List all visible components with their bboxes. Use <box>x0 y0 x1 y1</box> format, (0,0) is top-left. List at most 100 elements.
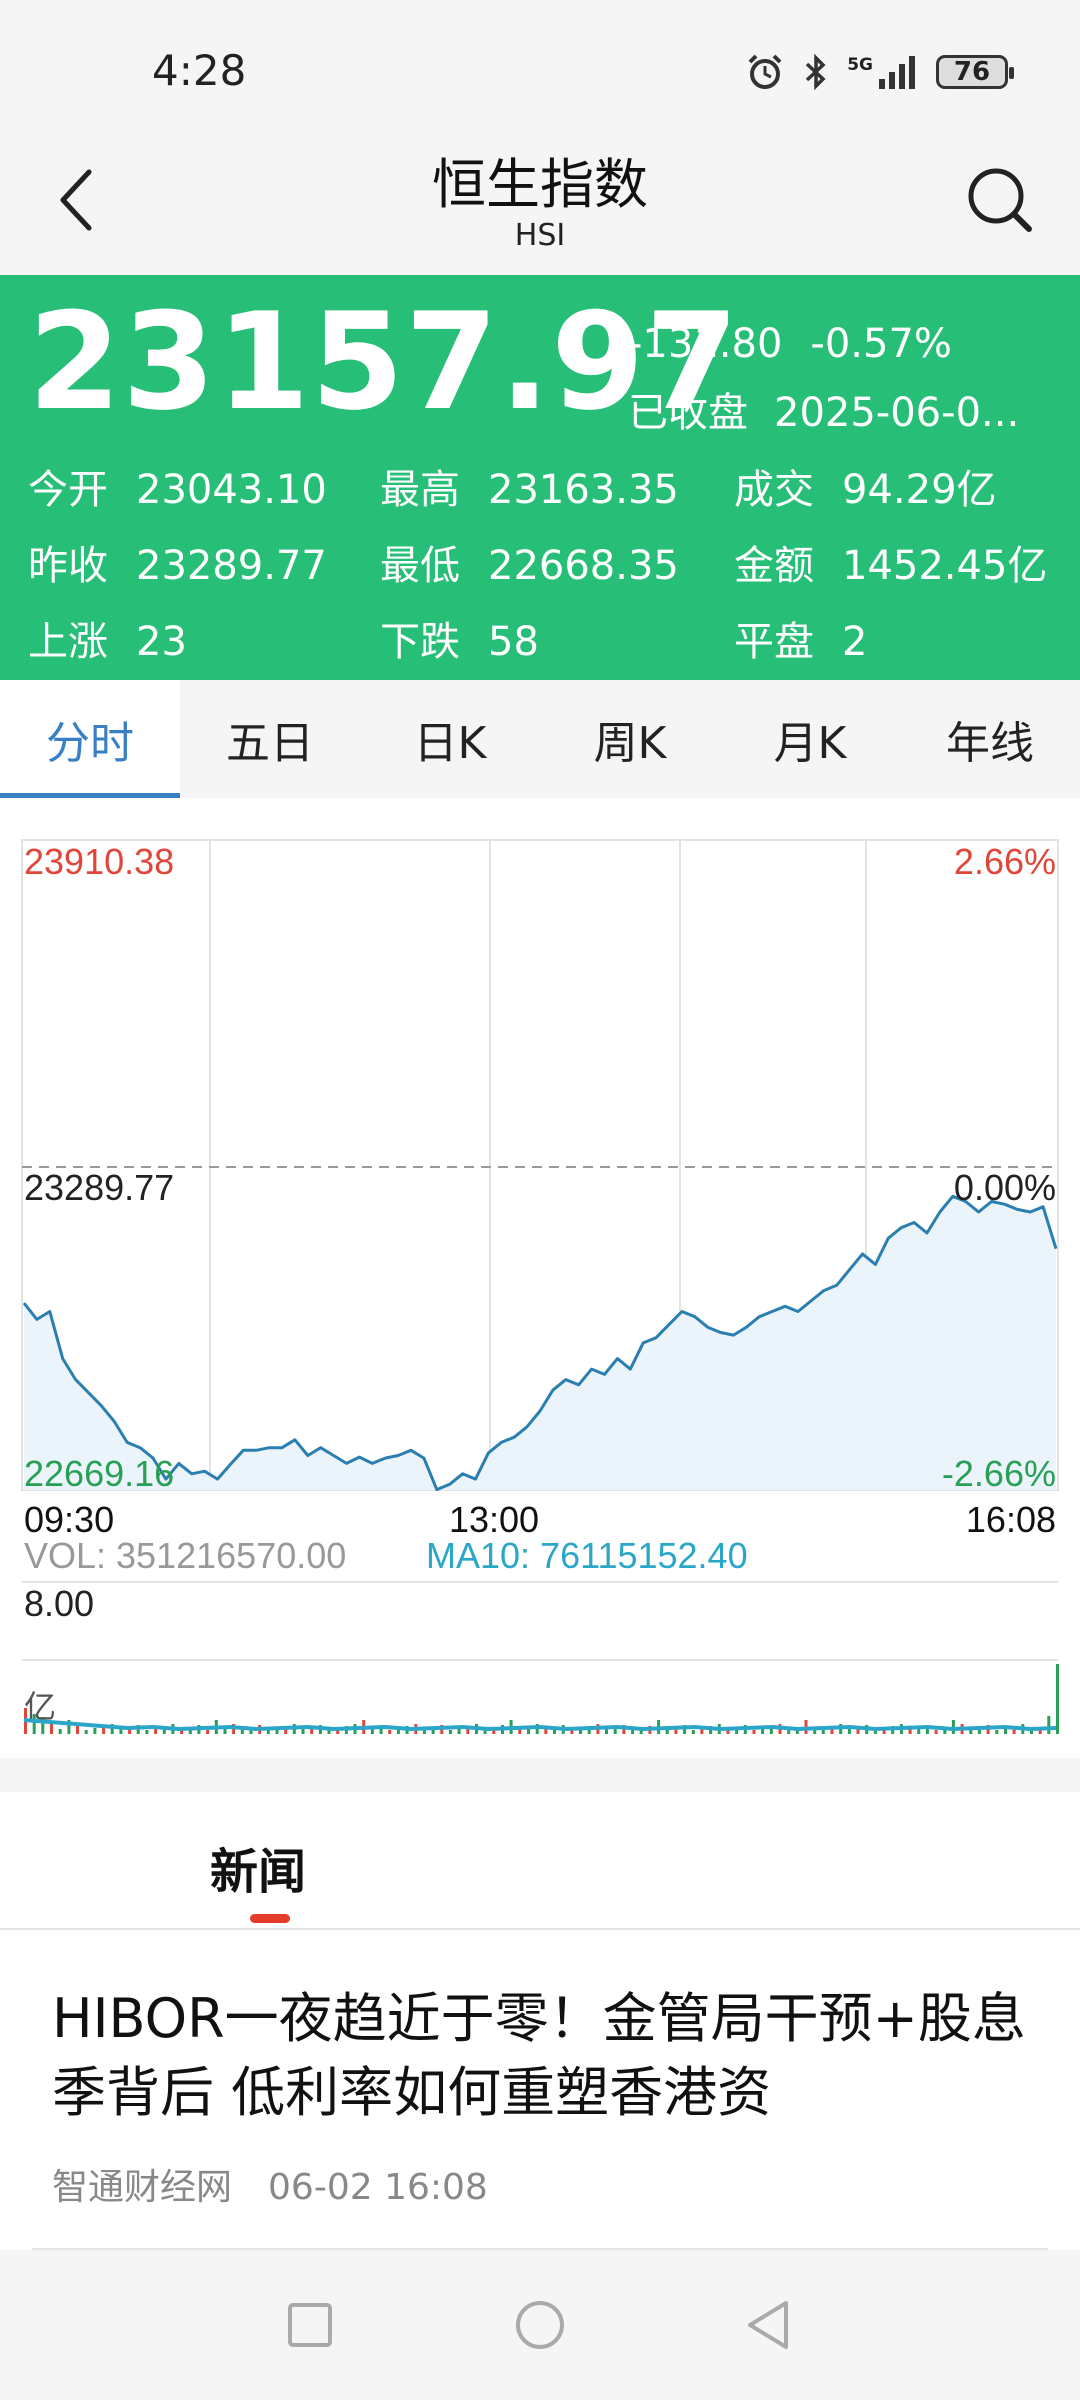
tab-weekly-k[interactable]: 周K <box>540 680 720 798</box>
quote-panel: 23157.97 -131.80 -0.57% 已收盘 2025-06-0... 今… <box>0 275 1080 680</box>
triangle-back-icon <box>748 2301 788 2349</box>
axis-bottom-pct: -2.66% <box>942 1453 1056 1494</box>
stat-value: 23163.35 <box>488 467 679 513</box>
stat-value: 2 <box>842 619 868 665</box>
stat-value: 23043.10 <box>136 467 327 513</box>
volume-bar <box>145 1730 149 1734</box>
time-tick-mid: 13:00 <box>449 1499 539 1540</box>
volume-bar <box>752 1730 756 1734</box>
stat-label: 平盘 <box>734 619 814 665</box>
stat-label: 昨收 <box>28 543 108 589</box>
tab-yearly[interactable]: 年线 <box>900 680 1080 798</box>
volume-bar <box>1047 1716 1051 1734</box>
news-title: HIBOR一夜趋近于零！金管局干预+股息季背后 低利率如何重塑香港资 <box>52 1987 1026 2124</box>
volume-bar <box>448 1730 452 1734</box>
intraday-chart-svg: 23910.38 2.66% 23289.77 0.00% 22669.16 -… <box>21 839 1059 1734</box>
price-change: -131.80 -0.57% <box>628 321 952 367</box>
change-percent: -0.57% <box>810 321 952 367</box>
volume-bar <box>1056 1664 1059 1734</box>
stat-low: 最低 22668.35 <box>380 533 679 591</box>
time-tick-close: 16:08 <box>966 1499 1056 1540</box>
stat-high: 最高 23163.35 <box>380 457 679 515</box>
signal-indicator: 5G <box>847 55 918 89</box>
stat-label: 最高 <box>380 467 460 513</box>
volume-bar <box>266 1730 270 1734</box>
price-area <box>24 1196 1056 1490</box>
stat-advancers: 上涨 23 <box>28 609 187 667</box>
stat-open: 今开 23043.10 <box>28 457 327 515</box>
axis-top-price: 23910.38 <box>24 841 174 882</box>
volume-bar <box>691 1730 695 1734</box>
volume-bar <box>388 1730 392 1734</box>
circle-icon <box>516 2301 564 2349</box>
system-nav-bar <box>0 2250 1080 2400</box>
news-section-header: 新闻 <box>0 1792 1080 1930</box>
signal-icon <box>879 56 915 89</box>
stat-label: 最低 <box>380 543 460 589</box>
stat-value: 23289.77 <box>136 543 327 589</box>
network-type: 5G <box>847 55 873 75</box>
axis-mid-price: 23289.77 <box>24 1167 174 1208</box>
volume-bar <box>813 1730 817 1734</box>
stat-value: 22668.35 <box>488 543 679 589</box>
bluetooth-icon <box>806 53 826 91</box>
volume-bar <box>58 1729 62 1734</box>
volume-bars <box>24 1664 1059 1734</box>
news-item[interactable]: HIBOR一夜趋近于零！金管局干预+股息季背后 低利率如何重塑香港资 智通财经网… <box>0 1930 1080 2250</box>
battery-icon: 76 <box>936 55 1014 89</box>
volume-bar <box>93 1728 97 1734</box>
header: 恒生指数 HSI <box>0 130 1080 275</box>
time-tick-open: 09:30 <box>24 1499 114 1540</box>
axis-bottom-price: 22669.16 <box>24 1453 174 1494</box>
volume-bar <box>631 1730 635 1734</box>
volume-bar <box>995 1730 999 1734</box>
tab-monthly-k[interactable]: 月K <box>720 680 900 798</box>
square-icon <box>288 2303 332 2347</box>
volume-label: VOL: 351216570.00 <box>24 1535 346 1576</box>
stat-volume: 成交 94.29亿 <box>734 457 997 515</box>
page-subtitle: HSI <box>514 218 566 253</box>
volume-bar <box>847 1729 851 1734</box>
home-button[interactable] <box>500 2290 580 2360</box>
volume-bar <box>32 1714 36 1734</box>
stat-unchanged: 平盘 2 <box>734 609 867 667</box>
stat-label: 成交 <box>734 467 814 513</box>
volume-bar <box>934 1730 938 1734</box>
tab-news[interactable]: 新闻 <box>210 1832 306 1902</box>
tab-intraday[interactable]: 分时 <box>0 680 180 798</box>
stat-label: 下跌 <box>380 619 460 665</box>
stat-value: 23 <box>136 619 187 665</box>
back-nav-button[interactable] <box>728 2290 808 2360</box>
tab-five-day[interactable]: 五日 <box>180 680 360 798</box>
market-status: 已收盘 2025-06-0... <box>628 380 1058 438</box>
status-time: 4:28 <box>152 46 247 95</box>
stat-value: 1452.45亿 <box>842 543 1048 589</box>
stat-label: 金额 <box>734 543 814 589</box>
quote-datetime: 2025-06-0... <box>774 390 1020 436</box>
search-icon <box>968 168 1032 232</box>
status-icons: 5G 76 <box>745 52 1014 92</box>
volume-bar <box>119 1729 123 1734</box>
volume-bar <box>605 1729 608 1734</box>
volume-bar <box>544 1729 548 1734</box>
stat-turnover: 金额 1452.45亿 <box>734 533 1047 591</box>
stat-value: 94.29亿 <box>842 467 997 513</box>
period-tabs: 分时 五日 日K 周K 月K 年线 <box>0 680 1080 798</box>
intraday-chart[interactable]: 23910.38 2.66% 23289.77 0.00% 22669.16 -… <box>0 798 1080 1758</box>
news-source: 智通财经网 <box>52 2167 233 2208</box>
volume-bar <box>84 1730 88 1734</box>
recent-apps-button[interactable] <box>270 2290 350 2360</box>
news-meta: 智通财经网 06-02 16:08 <box>52 2158 488 2210</box>
volume-bar <box>50 1724 53 1734</box>
news-tab-indicator <box>250 1914 290 1923</box>
volume-bar <box>76 1725 79 1734</box>
tab-daily-k[interactable]: 日K <box>360 680 540 798</box>
axis-mid-pct: 0.00% <box>954 1167 1056 1208</box>
volume-bar <box>206 1730 210 1734</box>
page-title: 恒生指数 <box>432 153 648 216</box>
volume-scale-top: 8.00 <box>24 1583 94 1624</box>
stat-label: 上涨 <box>28 619 108 665</box>
search-button[interactable] <box>960 160 1040 240</box>
news-time: 06-02 16:08 <box>268 2167 488 2208</box>
axis-top-pct: 2.66% <box>954 841 1056 882</box>
